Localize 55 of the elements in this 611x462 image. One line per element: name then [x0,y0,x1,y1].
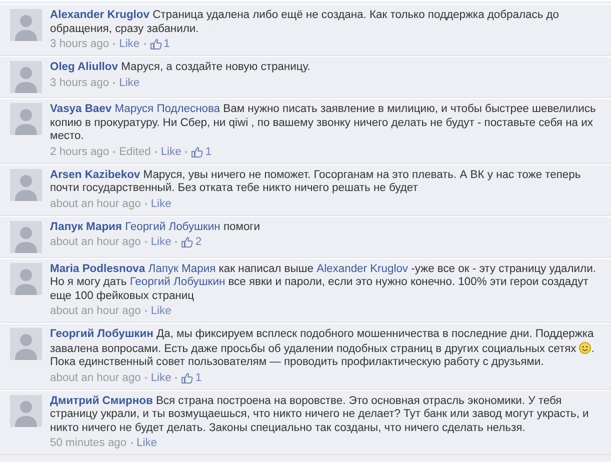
avatar[interactable] [10,394,42,426]
comment-text: Дмитрий Смирнов Вся страна построена на воровстве. Это основная отрасль экономики. У тебя страницу украли, и ты возмущаешься, что никто ничего не делает? Тут банк или завод могут украсть, и никто ничего не будет делать. Законы специально так созданы, что ничего сделать нельзя. [50,394,590,435]
timestamp: about an hour ago [50,304,141,318]
comment-text: Лапук Мария Георгий Лобушкин помоги [50,220,261,234]
author-link[interactable]: Лапук Мария [50,220,122,232]
like-link[interactable]: Like [160,144,182,158]
like-link[interactable]: Like [150,304,172,318]
mention-link[interactable]: Маруся Подлеснова [114,103,220,115]
author-link[interactable]: Vasya Baev [50,103,112,115]
timestamp: about an hour ago [50,196,141,210]
avatar[interactable] [10,168,42,200]
comment-text: Maria Podlesnova Лапук Мария как написал выше Alexander Kruglov -уже все ок - эту страницу удалили. Но я могу дать Георгий Лобушкин все явки и пароли, если это нужно конечно. 100% эти герои создадут еще 100 фейковых страниц [50,262,597,303]
mention-link[interactable]: Alexander Kruglov [316,262,408,274]
comment-text: Oleg Aliullov Маруся, а создайте новую страницу. [50,61,312,74]
like-link[interactable]: Like [136,436,158,450]
mention-link[interactable]: Георгий Лобушкин [130,276,226,288]
like-link[interactable]: Like [150,370,172,384]
comment-text: Arsen Kazibekov Маруся, увы ничего не поможет. Госорганам на это плевать. А ВК у нас тоже теперь почти государственный. Без отката тебе никто ничего решать не будет [50,168,582,196]
like-count: 1 [164,37,170,51]
timestamp: 3 hours ago [50,76,110,90]
timestamp: 50 minutes ago [50,436,126,450]
timestamp: about an hour ago [50,235,141,249]
thumbs-up-icon [181,236,194,248]
avatar[interactable] [10,262,42,294]
avatar[interactable] [10,61,42,93]
author-link[interactable]: Alexander Kruglov [50,9,150,21]
avatar[interactable] [10,328,42,360]
thumbs-up-icon [150,38,162,50]
thumbs-up-icon [181,372,194,384]
avatar[interactable] [10,103,42,135]
like-count: 1 [205,144,212,158]
avatar[interactable] [10,9,42,41]
comment-text: Alexander Kruglov Страница удалена либо ещё не создана. Как только поддержка добралась до обращения, сразу забанили. [50,9,560,36]
like-link[interactable]: Like [150,196,172,210]
mention-link[interactable]: Георгий Лобушкин [125,220,220,232]
like-count: 2 [195,235,202,249]
timestamp: 2 hours ago [50,144,110,158]
author-link[interactable]: Maria Podlesnova [50,262,146,274]
like-count: 1 [195,370,202,384]
like-link[interactable]: Like [150,235,172,249]
edited-label: Edited [119,144,151,158]
timestamp: 3 hours ago [50,37,110,51]
author-link[interactable]: Дмитрий Смирнов [50,394,153,406]
like-link[interactable]: Like [119,76,140,90]
avatar[interactable] [10,220,42,252]
smiley-icon [579,342,592,354]
author-link[interactable]: Oleg Aliullov [50,61,118,73]
comment-text: Георгий Лобушкин Да, мы фиксируем всплеск подобного мошенничества в последние дни. Поддержка завалена вопросами. Есть даже просьбы об удалении подобных страниц в других социальных сетях . Пока единственный совет пользователям — проводить профилактическую работу с друзьями. [50,328,596,370]
mention-link[interactable]: Лапук Мария [148,262,216,274]
author-link[interactable]: Arsen Kazibekov [50,168,140,180]
timestamp: about an hour ago [50,370,141,384]
author-link[interactable]: Георгий Лобушкин [50,328,154,340]
thumbs-up-icon [191,146,204,158]
like-link[interactable]: Like [119,37,140,51]
comment-text: Vasya Baev Маруся Подлеснова Вам нужно писать заявление в милицию, и чтобы быстрее шевелились копию в прокуратуру. Ни Сбер, ни qiwi , по вашему звонку ничего делать не будут - поставьте себя на их место. [50,103,597,144]
